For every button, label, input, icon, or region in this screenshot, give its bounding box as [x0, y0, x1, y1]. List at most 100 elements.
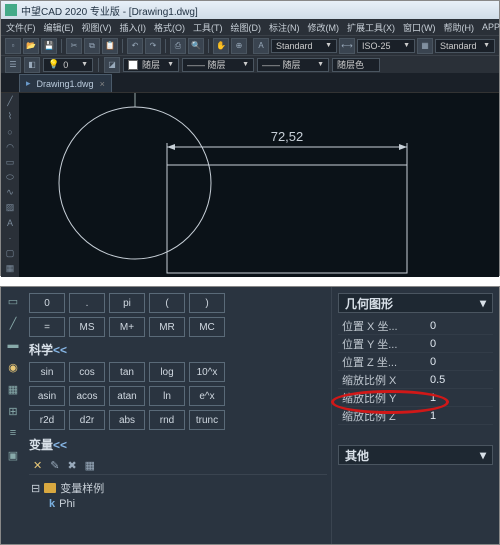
text-icon[interactable]: A [3, 216, 17, 229]
text-style-dropdown[interactable]: Standard▼ [271, 39, 337, 53]
layer-prop-icon[interactable]: ◧ [24, 57, 40, 73]
open-icon[interactable]: 📂 [23, 38, 39, 54]
prop-row-pos-x[interactable]: 位置 X 坐...0 [338, 317, 493, 335]
calc-mplus[interactable]: M+ [109, 317, 145, 337]
menu-modify[interactable]: 修改(M) [305, 21, 343, 34]
copy-icon[interactable]: ⧉ [84, 38, 100, 54]
table-style-dropdown[interactable]: Standard▼ [435, 39, 495, 53]
polyline-icon[interactable]: ⌇ [3, 110, 17, 123]
var-del-icon[interactable]: ✖ [67, 459, 76, 472]
find-icon[interactable]: 🔍 [188, 38, 204, 54]
calc-cos[interactable]: cos [69, 362, 105, 382]
layer-icon[interactable]: ☰ [5, 57, 21, 73]
redo-icon[interactable]: ↷ [145, 38, 161, 54]
prop-row-scale-z[interactable]: 缩放比例 Z1 [338, 407, 493, 425]
var-new-icon[interactable]: ✕ [33, 459, 42, 472]
point-icon[interactable]: · [3, 232, 17, 245]
cut-icon[interactable]: ✂ [66, 38, 82, 54]
dim-style-dropdown[interactable]: ISO-25▼ [357, 39, 415, 53]
shape-line-icon[interactable]: ╱ [5, 315, 21, 331]
rect-icon[interactable]: ▭ [3, 156, 17, 169]
spline-icon[interactable]: ∿ [3, 186, 17, 199]
menu-insert[interactable]: 插入(I) [117, 21, 150, 34]
collapse-link[interactable]: << [53, 343, 67, 357]
prop-row-scale-y[interactable]: 缩放比例 Y1 [338, 389, 493, 407]
calc-ln[interactable]: ln [149, 386, 185, 406]
calc-abs[interactable]: abs [109, 410, 145, 430]
prop-section-other[interactable]: 其他▾ [338, 445, 493, 465]
calc-ms[interactable]: MS [69, 317, 105, 337]
table-style-icon[interactable]: ▦ [417, 38, 433, 54]
prop-row-pos-z[interactable]: 位置 Z 坐...0 [338, 353, 493, 371]
menu-help[interactable]: 帮助(H) [441, 21, 478, 34]
box-icon[interactable]: ▣ [5, 447, 21, 463]
calc-log[interactable]: log [149, 362, 185, 382]
calc-rparen[interactable]: ) [189, 293, 225, 313]
calc-acos[interactable]: acos [69, 386, 105, 406]
save-icon[interactable]: 💾 [41, 38, 57, 54]
shape-fill-icon[interactable]: ▬ [5, 337, 21, 353]
line-icon[interactable]: ╱ [3, 95, 17, 108]
drawing-canvas[interactable]: ╱ ⌇ ○ ◠ ▭ ⬭ ∿ ▨ A · ▢ ▦ 72,52 [1, 93, 499, 277]
calc-lparen[interactable]: ( [149, 293, 185, 313]
calc-mr[interactable]: MR [149, 317, 185, 337]
calc-atan[interactable]: atan [109, 386, 145, 406]
calc-ex[interactable]: e^x [189, 386, 225, 406]
menu-draw[interactable]: 绘图(D) [228, 21, 265, 34]
arc-icon[interactable]: ◠ [3, 141, 17, 154]
globe-icon[interactable]: ◉ [5, 359, 21, 375]
tree-root[interactable]: ⊟ 变量样例 [31, 479, 325, 497]
document-tab[interactable]: ▸ Drawing1.dwg × [19, 74, 112, 92]
calc-mc[interactable]: MC [189, 317, 225, 337]
calc-trunc[interactable]: trunc [189, 410, 225, 430]
print-icon[interactable]: ⎙ [170, 38, 186, 54]
menu-edit[interactable]: 编辑(E) [41, 21, 77, 34]
region-icon[interactable]: ▢ [3, 247, 17, 260]
menu-tools[interactable]: 工具(T) [190, 21, 226, 34]
bylayer-linetype-dropdown[interactable]: —— 随层▼ [182, 58, 254, 72]
calc-d2r[interactable]: d2r [69, 410, 105, 430]
ellipse-icon[interactable]: ⬭ [3, 171, 17, 184]
text-style-icon[interactable]: A [253, 38, 269, 54]
calc-r2d[interactable]: r2d [29, 410, 65, 430]
calc-tan[interactable]: tan [109, 362, 145, 382]
menu-dimension[interactable]: 标注(N) [266, 21, 303, 34]
menu-view[interactable]: 视图(V) [79, 21, 115, 34]
table-icon[interactable]: ▦ [3, 262, 17, 275]
menu-window[interactable]: 窗口(W) [400, 21, 439, 34]
color-icon[interactable]: ◪ [104, 57, 120, 73]
bylayer-lineweight-dropdown[interactable]: —— 随层▼ [257, 58, 329, 72]
calc-eq[interactable]: = [29, 317, 65, 337]
circle-icon[interactable]: ○ [3, 125, 17, 138]
collapse-link-2[interactable]: << [53, 438, 67, 452]
new-icon[interactable]: ▫ [5, 38, 21, 54]
var-calc-icon[interactable]: ▦ [85, 459, 95, 472]
var-edit-icon[interactable]: ✎ [50, 459, 59, 472]
prop-row-scale-x[interactable]: 缩放比例 X0.5 [338, 371, 493, 389]
layers-icon[interactable]: ≡ [5, 425, 21, 441]
tree-item-phi[interactable]: k Phi [31, 497, 325, 511]
calc-10x[interactable]: 10^x [189, 362, 225, 382]
grid-icon[interactable]: ⊞ [5, 403, 21, 419]
calc-asin[interactable]: asin [29, 386, 65, 406]
bylayer-colorname[interactable]: 随层色 [332, 58, 380, 72]
close-icon[interactable]: × [100, 79, 105, 89]
menu-app[interactable]: APP+ [479, 22, 500, 32]
dim-style-icon[interactable]: ⟷ [339, 38, 355, 54]
palette-icon[interactable]: ▦ [5, 381, 21, 397]
calc-sin[interactable]: sin [29, 362, 65, 382]
menu-file[interactable]: 文件(F) [3, 21, 39, 34]
hatch-icon[interactable]: ▨ [3, 201, 17, 214]
undo-icon[interactable]: ↶ [127, 38, 143, 54]
calc-dot[interactable]: . [69, 293, 105, 313]
paste-icon[interactable]: 📋 [102, 38, 118, 54]
calc-0[interactable]: 0 [29, 293, 65, 313]
prop-row-pos-y[interactable]: 位置 Y 坐...0 [338, 335, 493, 353]
menu-extend[interactable]: 扩展工具(X) [344, 21, 398, 34]
prop-section-geometry[interactable]: 几何图形▾ [338, 293, 493, 313]
shape-rect-icon[interactable]: ▭ [5, 293, 21, 309]
bylayer-color-dropdown[interactable]: 随层▼ [123, 58, 179, 72]
calc-pi[interactable]: pi [109, 293, 145, 313]
layer-dropdown[interactable]: 💡0▼ [43, 58, 93, 72]
zoom-icon[interactable]: ⊕ [231, 38, 247, 54]
